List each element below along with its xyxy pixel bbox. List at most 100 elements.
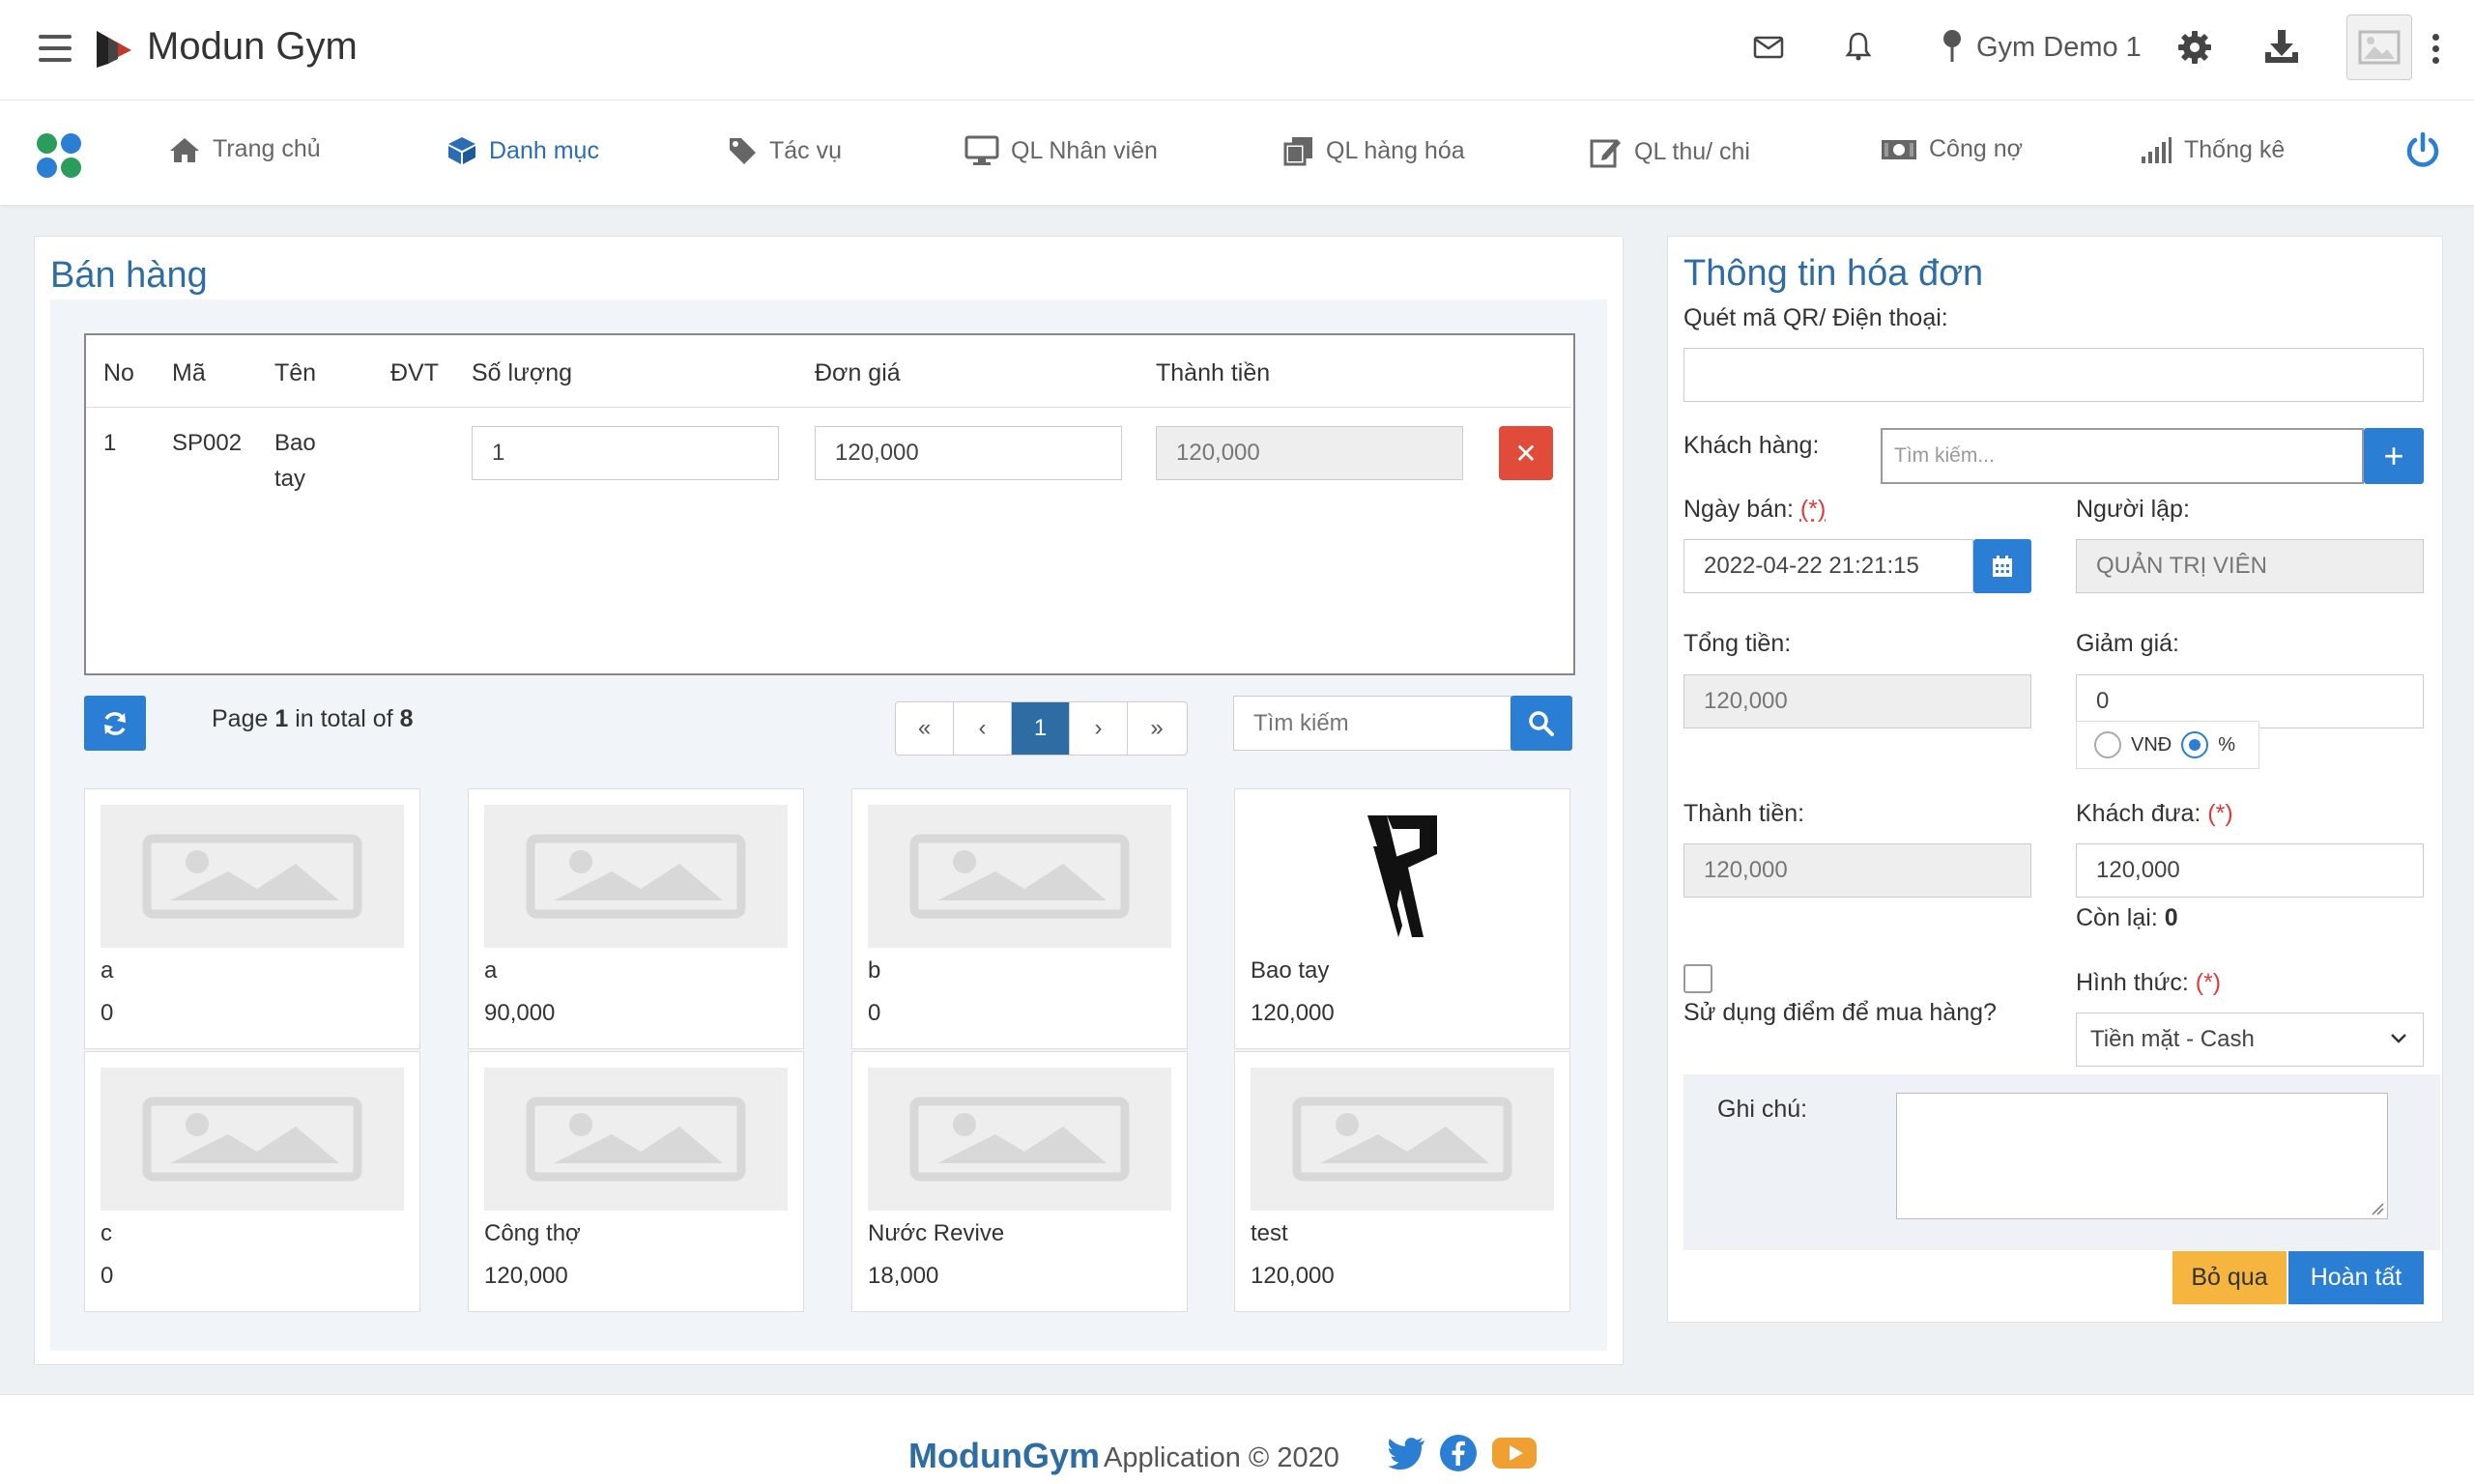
bell-icon[interactable] xyxy=(1844,31,1873,67)
required-mark: (*) xyxy=(1799,496,1827,523)
brand-name[interactable]: Modun Gym xyxy=(147,25,358,69)
discount-unit-pct-label: % xyxy=(2218,733,2236,756)
total-field: 120,000 xyxy=(1683,674,2031,728)
product-card[interactable]: b 0 xyxy=(851,788,1188,1049)
complete-button[interactable]: Hoàn tất xyxy=(2288,1251,2424,1304)
product-card[interactable]: test 120,000 xyxy=(1234,1051,1570,1312)
product-price: 90,000 xyxy=(484,1000,556,1026)
avatar[interactable] xyxy=(2346,14,2412,80)
nav-ql-nhan-vien[interactable]: QL Nhân viên xyxy=(964,135,1158,166)
discount-label: Giảm giá: xyxy=(2076,630,2179,657)
edit-icon xyxy=(1590,139,1621,168)
nav-label: Thống kê xyxy=(2184,135,2286,163)
product-price: 120,000 xyxy=(1251,1000,1335,1026)
row-name-line1: Bao xyxy=(274,430,316,456)
nav-trang-chu[interactable]: Trang chủ xyxy=(168,135,321,163)
note-textarea[interactable] xyxy=(1896,1093,2388,1219)
twitter-icon[interactable] xyxy=(1388,1435,1426,1474)
in-total-label: in total of xyxy=(295,705,393,732)
product-name: Công thợ xyxy=(484,1220,581,1246)
location-label[interactable]: Gym Demo 1 xyxy=(1976,32,2142,64)
remove-row-button[interactable]: ✕ xyxy=(1499,426,1553,480)
product-search-input[interactable] xyxy=(1233,696,1511,751)
product-card[interactable]: Công thợ 120,000 xyxy=(468,1051,804,1312)
nav-cong-no[interactable]: Công nợ xyxy=(1881,135,2023,163)
product-price: 18,000 xyxy=(868,1263,939,1289)
resize-handle-icon[interactable] xyxy=(2371,1202,2384,1215)
product-price: 0 xyxy=(101,1000,114,1026)
note-label: Ghi chú: xyxy=(1717,1096,1808,1123)
more-vertical-icon[interactable] xyxy=(2432,34,2440,69)
sale-date-input[interactable]: 2022-04-22 21:21:15 xyxy=(1683,539,1973,593)
search-icon xyxy=(1529,710,1554,736)
page-button-1[interactable]: 1 xyxy=(1012,702,1070,755)
paid-label-text: Khách đưa: xyxy=(2076,800,2201,827)
product-card[interactable]: Nước Revive 18,000 xyxy=(851,1051,1188,1312)
paid-input[interactable]: 120,000 xyxy=(2076,843,2424,898)
nav-label: Trang chủ xyxy=(213,135,321,162)
discount-unit-vnd-radio[interactable] xyxy=(2094,731,2121,758)
skip-button[interactable]: Bỏ qua xyxy=(2172,1251,2287,1304)
map-pin-icon[interactable] xyxy=(1941,29,1964,69)
mail-icon[interactable] xyxy=(1753,33,1784,65)
gear-icon[interactable] xyxy=(2177,30,2212,70)
facebook-icon[interactable] xyxy=(1439,1434,1478,1477)
nav-thong-ke[interactable]: Thống kê xyxy=(2140,135,2285,164)
nav-tac-vu[interactable]: Tác vụ xyxy=(727,135,842,166)
customer-search-input[interactable]: Tìm kiếm... xyxy=(1881,428,2364,484)
first-page-button[interactable]: « xyxy=(896,702,954,755)
product-card[interactable]: a 0 xyxy=(84,788,420,1049)
line-total-field: 120,000 xyxy=(1156,426,1463,480)
row-no: 1 xyxy=(103,430,117,456)
qty-input[interactable]: 1 xyxy=(472,426,779,480)
payment-method-select[interactable]: Tiền mặt - Cash xyxy=(2076,1013,2424,1067)
search-button[interactable] xyxy=(1510,696,1572,751)
customer-label: Khách hàng: xyxy=(1683,432,1820,459)
creator-field: QUẢN TRỊ VIÊN xyxy=(2076,539,2424,593)
refresh-button[interactable] xyxy=(84,696,146,751)
brand-logo-icon xyxy=(93,27,135,71)
image-placeholder-icon xyxy=(101,1068,404,1211)
signal-bars-icon xyxy=(2142,137,2172,163)
calendar-button[interactable] xyxy=(1973,539,2031,593)
nav-ql-thu-chi[interactable]: QL thu/ chi xyxy=(1590,135,1750,168)
product-name: b xyxy=(868,957,881,984)
product-name: Bao tay xyxy=(1251,957,1330,984)
qr-phone-input[interactable] xyxy=(1683,348,2424,402)
total-pages-number: 8 xyxy=(399,705,414,732)
payment-label-text: Hình thức: xyxy=(2076,969,2189,996)
remain-label: Còn lại: xyxy=(2076,904,2158,931)
next-page-button[interactable]: › xyxy=(1070,702,1128,755)
discount-unit-pct-radio[interactable] xyxy=(2181,731,2209,758)
download-icon[interactable] xyxy=(2263,28,2300,70)
date-label: Ngày bán: (*) xyxy=(1683,496,1826,524)
nav-label: Công nợ xyxy=(1929,135,2024,162)
prev-page-button[interactable]: ‹ xyxy=(954,702,1012,755)
product-card[interactable]: Bao tay 120,000 xyxy=(1234,788,1570,1049)
image-placeholder-icon xyxy=(1251,1068,1554,1211)
price-input[interactable]: 120,000 xyxy=(815,426,1122,480)
nav-label: Danh mục xyxy=(489,136,599,164)
nav-danh-muc[interactable]: Danh mục xyxy=(446,135,599,166)
remain-value: 0 xyxy=(2164,904,2178,931)
youtube-icon[interactable] xyxy=(1491,1437,1538,1474)
menu-icon[interactable] xyxy=(39,35,72,64)
row-code: SP002 xyxy=(172,430,243,456)
col-header-unit: ĐVT xyxy=(390,359,439,386)
invoice-title: Thông tin hóa đơn xyxy=(1683,253,1984,294)
nav-label: QL thu/ chi xyxy=(1634,137,1750,165)
apps-icon[interactable] xyxy=(37,133,83,180)
use-points-checkbox[interactable] xyxy=(1683,964,1712,993)
table-divider xyxy=(86,407,1571,408)
payment-label: Hình thức: (*) xyxy=(2076,969,2221,997)
power-icon[interactable] xyxy=(2403,131,2442,175)
product-price: 0 xyxy=(868,1000,881,1026)
nav-ql-hang-hoa[interactable]: QL hàng hóa xyxy=(1283,135,1465,166)
add-customer-button[interactable]: + xyxy=(2364,428,2424,484)
calendar-icon xyxy=(1993,556,2012,577)
product-card[interactable]: a 90,000 xyxy=(468,788,804,1049)
discount-unit-group: VNĐ % xyxy=(2076,721,2259,769)
tag-icon xyxy=(730,138,756,164)
last-page-button[interactable]: » xyxy=(1128,702,1186,755)
product-card[interactable]: c 0 xyxy=(84,1051,420,1312)
